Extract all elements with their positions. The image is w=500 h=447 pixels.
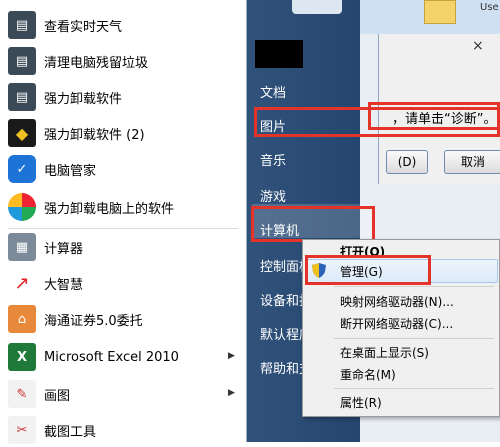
menu-divider — [8, 228, 238, 229]
background-doc-label: Use — [480, 2, 499, 13]
context-item-disconnect-drive[interactable]: 断开网络驱动器(C)... — [340, 315, 453, 332]
menu-item-calculator[interactable]: ▦ 计算器 — [0, 230, 246, 264]
excel-icon: X — [8, 343, 36, 371]
context-item-rename[interactable]: 重命名(M) — [340, 366, 396, 383]
pc-manager-icon: ✓ — [8, 155, 36, 183]
menu-item-pc-manager[interactable]: ✓ 电脑管家 — [0, 152, 246, 186]
menu-item-uninstall-all[interactable]: 强力卸载电脑上的软件 — [0, 190, 246, 224]
weather-app-icon: ▤ — [8, 11, 36, 39]
menu-item-label: Microsoft Excel 2010 — [44, 349, 179, 365]
context-separator — [334, 388, 494, 389]
menu-item-label: 大智慧 — [44, 277, 84, 293]
context-item-show-desktop[interactable]: 在桌面上显示(S) — [340, 344, 429, 361]
cancel-button[interactable]: 取消 — [444, 150, 500, 174]
scissors-icon: ✂ — [8, 416, 36, 444]
colorful-app-icon — [8, 193, 36, 221]
close-icon[interactable]: × — [472, 38, 484, 54]
menu-item-label: 电脑管家 — [44, 163, 97, 179]
shield-app-icon: ◆ — [8, 119, 36, 147]
monitor-icon — [292, 0, 342, 14]
place-games[interactable]: 游戏 — [260, 186, 286, 205]
menu-item-label: 截图工具 — [44, 424, 97, 440]
menu-item-label: 海通证券5.0委托 — [44, 313, 143, 329]
place-documents[interactable]: 文档 — [260, 82, 286, 101]
menu-item-cleanup[interactable]: ▤ 清理电脑残留垃圾 — [0, 44, 246, 78]
menu-item-weather[interactable]: ▤ 查看实时天气 — [0, 8, 246, 42]
menu-item-label: 计算器 — [44, 241, 84, 257]
menu-item-dazhihui[interactable]: ↗ 大智慧 — [0, 266, 246, 300]
menu-item-label: 强力卸载软件 — [44, 91, 123, 107]
menu-item-label: 清理电脑残留垃圾 — [44, 55, 149, 71]
paint-icon: ✎ — [8, 380, 36, 408]
menu-item-label: 强力卸载软件 (2) — [44, 127, 145, 143]
start-menu-programs: ▤ 查看实时天气 ▤ 清理电脑残留垃圾 ▤ 强力卸载软件 ◆ 强力卸载软件 (2… — [0, 0, 247, 444]
menu-item-haitong[interactable]: ⌂ 海通证券5.0委托 — [0, 302, 246, 336]
context-item-map-drive[interactable]: 映射网络驱动器(N)... — [340, 293, 454, 310]
user-name-redacted — [255, 40, 303, 68]
menu-item-paint[interactable]: ✎ 画图 — [0, 377, 246, 411]
pictures-highlight-box — [254, 107, 500, 137]
stock-chart-icon: ↗ — [8, 269, 36, 297]
submenu-arrow-icon: ▶ — [228, 388, 235, 398]
menu-item-label: 强力卸载电脑上的软件 — [44, 201, 175, 217]
context-item-properties[interactable]: 属性(R) — [340, 394, 382, 411]
menu-item-uninstall[interactable]: ▤ 强力卸载软件 — [0, 80, 246, 114]
uninstall-app-icon: ▤ — [8, 83, 36, 111]
computer-highlight-box — [251, 206, 375, 242]
calculator-icon: ▦ — [8, 233, 36, 261]
place-music[interactable]: 音乐 — [260, 150, 286, 169]
menu-item-label: 画图 — [44, 388, 71, 404]
menu-item-label: 查看实时天气 — [44, 19, 123, 35]
diagnose-button[interactable]: (D) — [386, 150, 428, 174]
cleanup-app-icon: ▤ — [8, 47, 36, 75]
manage-highlight-box — [305, 255, 431, 285]
menu-item-excel[interactable]: X Microsoft Excel 2010 — [0, 340, 246, 374]
house-app-icon: ⌂ — [8, 305, 36, 333]
context-separator — [334, 338, 494, 339]
context-separator — [334, 286, 494, 287]
menu-item-uninstall-2[interactable]: ◆ 强力卸载软件 (2) — [0, 116, 246, 150]
submenu-arrow-icon: ▶ — [228, 351, 235, 361]
folder-icon — [424, 0, 456, 24]
